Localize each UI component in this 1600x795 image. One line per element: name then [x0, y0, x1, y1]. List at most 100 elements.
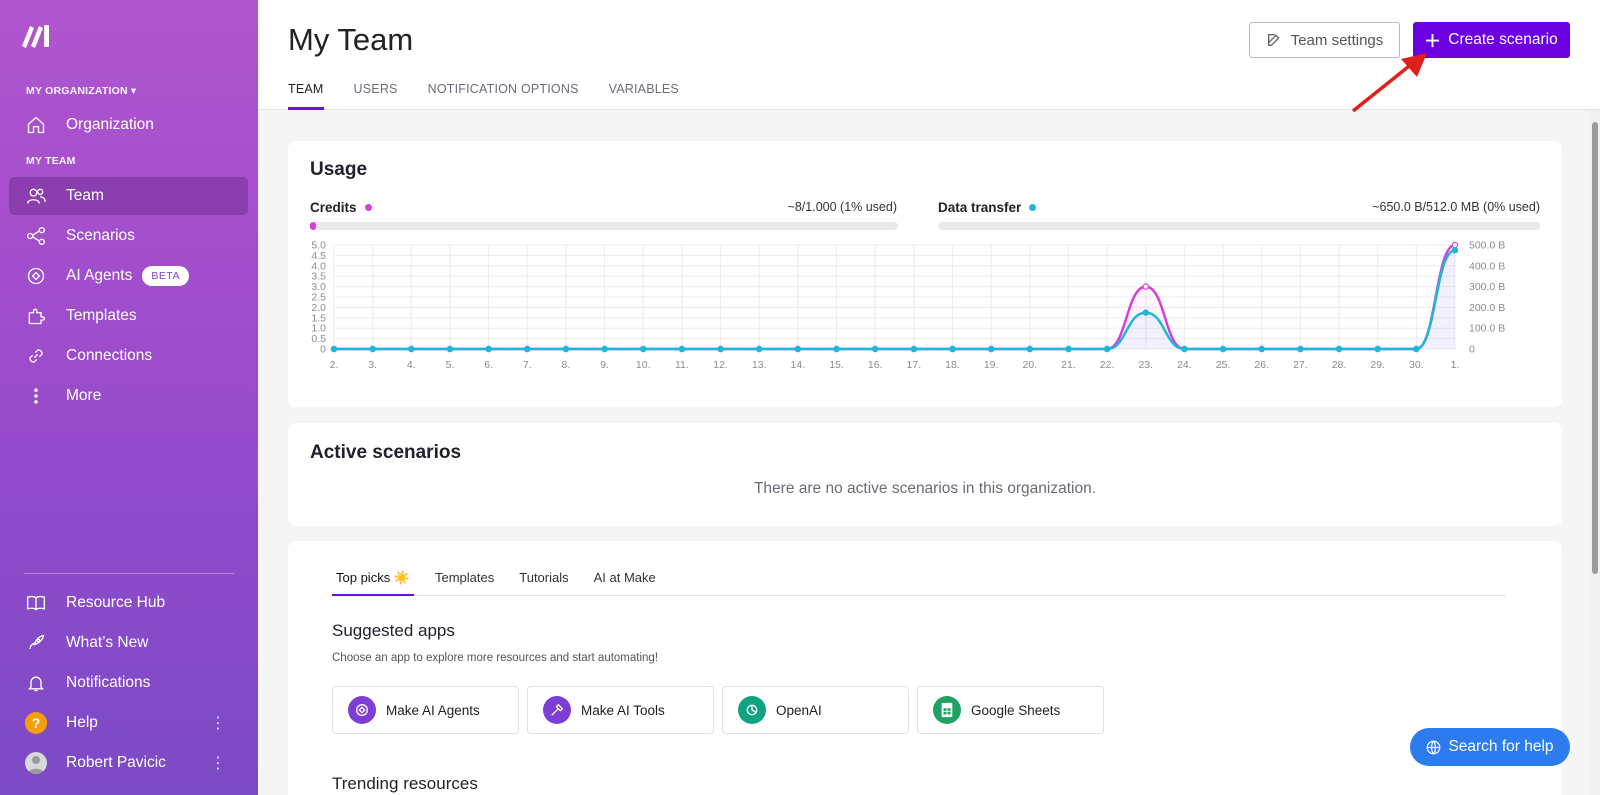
org-section-label[interactable]: MY ORGANIZATION ▾ [26, 85, 136, 97]
chart-y-tick-left: 2.0 [311, 302, 326, 314]
credits-progress-bar [310, 222, 898, 230]
sidebar-item-help[interactable]: ? Help ⋮ [9, 704, 248, 742]
sidebar-item-label: What’s New [66, 634, 149, 651]
chart-x-tick: 11. [675, 359, 689, 371]
active-scenarios-empty-text: There are no active scenarios in this or… [753, 480, 1097, 497]
sidebar-item-more[interactable]: More [9, 377, 248, 415]
ai-agent-icon [25, 265, 47, 287]
app-tile-make-ai-agents[interactable]: Make AI Agents [332, 686, 519, 734]
usage-title: Usage [310, 159, 368, 180]
sidebar-item-templates[interactable]: Templates [9, 297, 248, 335]
tab-top-picks[interactable]: Top picks ☀️ [332, 570, 414, 596]
help-badge-glyph: ? [25, 712, 47, 734]
chart-y-tick-right: 400.0 B [1469, 260, 1505, 272]
chart-point [1413, 345, 1420, 353]
trending-resources-title: Trending resources [332, 774, 478, 793]
rocket-icon [25, 632, 47, 654]
chart-x-tick: 12. [713, 359, 728, 371]
chart-point [1181, 345, 1188, 353]
sidebar-item-connections[interactable]: Connections [9, 337, 248, 375]
chart-point [949, 345, 956, 353]
credits-label-text: Credits [310, 200, 357, 215]
active-scenarios-title: Active scenarios [310, 442, 462, 463]
data-transfer-value: ~650.0 B/512.0 MB (0% used) [1372, 200, 1540, 214]
make-ai-agents-icon [348, 696, 376, 724]
chart-x-tick: 1. [1451, 359, 1460, 371]
chart-point [408, 345, 415, 353]
chart-y-tick-right: 300.0 B [1469, 281, 1505, 293]
tab-variables[interactable]: VARIABLES [609, 82, 679, 110]
sidebar-item-scenarios[interactable]: Scenarios [9, 217, 248, 255]
main-scrollbar[interactable] [1590, 110, 1600, 795]
chart-x-tick: 22. [1100, 359, 1115, 371]
chart-y-tick-left: 2.5 [311, 292, 326, 304]
sidebar-divider [24, 573, 234, 574]
page-title: My Team [288, 22, 414, 57]
help-icon: ? [25, 712, 47, 734]
tab-team[interactable]: TEAM [288, 82, 324, 110]
sidebar-item-label: Robert Pavicic [66, 754, 166, 771]
chart-x-tick: 7. [523, 359, 532, 371]
tab-tutorials[interactable]: Tutorials [515, 570, 572, 596]
chart-point [833, 345, 840, 353]
chart-x-tick: 27. [1293, 359, 1308, 371]
puzzle-icon [25, 305, 47, 327]
chart-x-tick: 9. [600, 359, 609, 371]
chart-y-tick-right: 500.0 B [1469, 240, 1505, 252]
chart-x-tick: 21. [1061, 359, 1076, 371]
help-more-icon[interactable]: ⋮ [210, 713, 226, 733]
sidebar-item-organization[interactable]: Organization [9, 106, 248, 144]
make-logo-icon[interactable] [20, 22, 54, 48]
openai-icon [738, 696, 766, 724]
chart-x-tick: 23. [1138, 359, 1153, 371]
sidebar-item-whats-new[interactable]: What’s New [9, 624, 248, 662]
sidebar-item-label: Help [66, 714, 98, 731]
credits-progress-fill [310, 222, 316, 230]
scrollbar-thumb[interactable] [1592, 122, 1598, 574]
chart-point [1142, 309, 1149, 316]
sidebar-item-ai-agents[interactable]: AI Agents BETA [9, 257, 248, 295]
tab-templates[interactable]: Templates [431, 570, 498, 596]
users-icon [25, 185, 47, 207]
chart-x-tick: 19. [984, 359, 999, 371]
sidebar-item-label: Notifications [66, 674, 151, 691]
chart-point [485, 345, 492, 353]
sidebar-item-team[interactable]: Team [9, 177, 248, 215]
sidebar: MY ORGANIZATION ▾ Organization MY TEAM T… [0, 0, 258, 795]
sidebar-item-resource-hub[interactable]: Resource Hub [9, 584, 248, 622]
edit-icon [1267, 34, 1280, 46]
chart-y-tick-right: 0 [1469, 344, 1475, 356]
more-vertical-icon [25, 385, 47, 407]
chart-point [1297, 345, 1304, 353]
sidebar-item-notifications[interactable]: Notifications [9, 664, 248, 702]
sidebar-item-label: Resource Hub [66, 594, 166, 611]
credits-value: ~8/1.000 (1% used) [787, 200, 897, 214]
app-tile-openai[interactable]: OpenAI [722, 686, 909, 734]
chart-x-tick: 17. [907, 359, 922, 371]
chart-y-tick-right: 200.0 B [1469, 302, 1505, 314]
profile-more-icon[interactable]: ⋮ [210, 753, 226, 773]
caret-down-icon: ▾ [130, 85, 137, 97]
chart-point [717, 345, 724, 353]
chart-x-tick: 16. [868, 359, 883, 371]
chart-point [987, 345, 995, 353]
sidebar-item-label: More [66, 387, 102, 404]
chart-x-tick: 20. [1022, 359, 1037, 371]
tab-notification-options[interactable]: NOTIFICATION OPTIONS [428, 82, 579, 110]
tab-users[interactable]: USERS [354, 82, 398, 110]
usage-card: Usage Credits ~8/1.000 (1% used) Data tr… [288, 141, 1562, 407]
data-transfer-label: Data transfer [938, 200, 1037, 215]
sidebar-item-label: Templates [66, 307, 137, 324]
chart-y-tick-left: 3.5 [311, 271, 326, 283]
chart-x-tick: 14. [791, 359, 806, 371]
chart-y-tick-right: 100.0 B [1469, 323, 1505, 335]
app-tile-make-ai-tools[interactable]: Make AI Tools [527, 686, 714, 734]
search-for-help-button[interactable]: Search for help [1410, 728, 1570, 766]
app-tile-label: OpenAI [776, 702, 822, 718]
app-tile-google-sheets[interactable]: Google Sheets [917, 686, 1104, 734]
chart-point [640, 345, 647, 353]
sidebar-item-profile[interactable]: Robert Pavicic ⋮ [9, 744, 248, 782]
app-tile-label: Make AI Tools [581, 702, 665, 718]
tab-ai-at-make[interactable]: AI at Make [590, 570, 660, 596]
chart-point [1374, 345, 1381, 353]
